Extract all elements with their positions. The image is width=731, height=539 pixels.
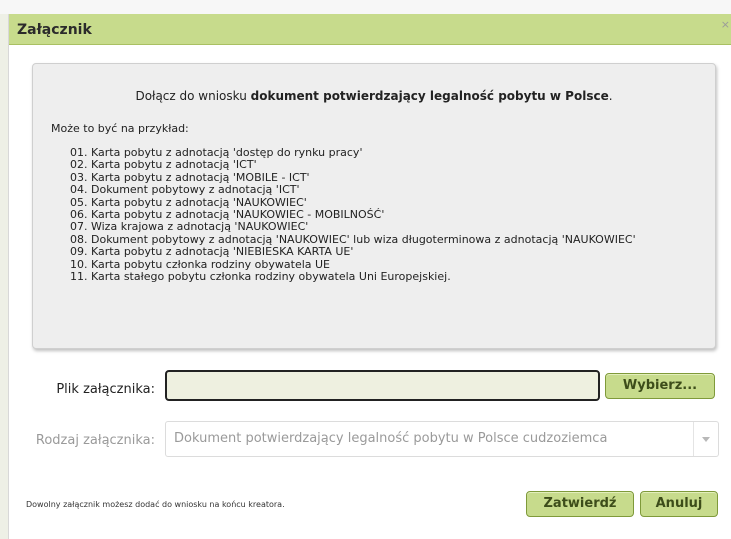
list-item: 02. Karta pobytu z adnotacją 'ICT' [70, 158, 257, 172]
footer-note: Dowolny załącznik możesz dodać do wniosk… [26, 500, 285, 509]
list-item: 09. Karta pobytu z adnotacją 'NIEBIESKA … [70, 245, 354, 259]
intro-bold: dokument potwierdzający legalność pobytu… [250, 89, 609, 103]
list-item: 07. Wiza krajowa z adnotacją 'NAUKOWIEC' [70, 220, 309, 234]
file-label: Plik załącznika: [56, 382, 155, 397]
list-item: 11. Karta stałego pobytu członka rodziny… [70, 270, 451, 284]
document-list: 01. Karta pobytu z adnotacją 'dostęp do … [70, 146, 636, 284]
attachment-type-select[interactable]: Dokument potwierdzający legalność pobytu… [165, 421, 719, 457]
attachment-type-value: Dokument potwierdzający legalność pobytu… [174, 431, 608, 446]
dialog-titlebar: Załącznik × [9, 14, 731, 45]
chevron-down-icon[interactable] [693, 422, 718, 456]
background-strip [0, 0, 731, 14]
intro-prefix: Dołącz do wniosku [135, 89, 251, 103]
confirm-button[interactable]: Zatwierdź [526, 491, 634, 517]
choose-file-button[interactable]: Wybierz... [605, 373, 715, 399]
list-item: 04. Dokument pobytowy z adnotacją 'ICT' [70, 183, 300, 197]
info-intro: Dołącz do wniosku dokument potwierdzając… [33, 89, 715, 103]
info-panel: Dołącz do wniosku dokument potwierdzając… [32, 63, 716, 349]
close-icon[interactable]: × [721, 18, 730, 31]
examples-label: Może to być na przykład: [51, 122, 189, 135]
intro-suffix: . [608, 89, 613, 103]
file-input[interactable] [165, 370, 600, 401]
dialog-title: Załącznik [17, 22, 92, 38]
background-left-edge [0, 14, 8, 539]
cancel-button[interactable]: Anuluj [640, 491, 718, 517]
attachment-type-label: Rodzaj załącznika: [35, 433, 155, 448]
